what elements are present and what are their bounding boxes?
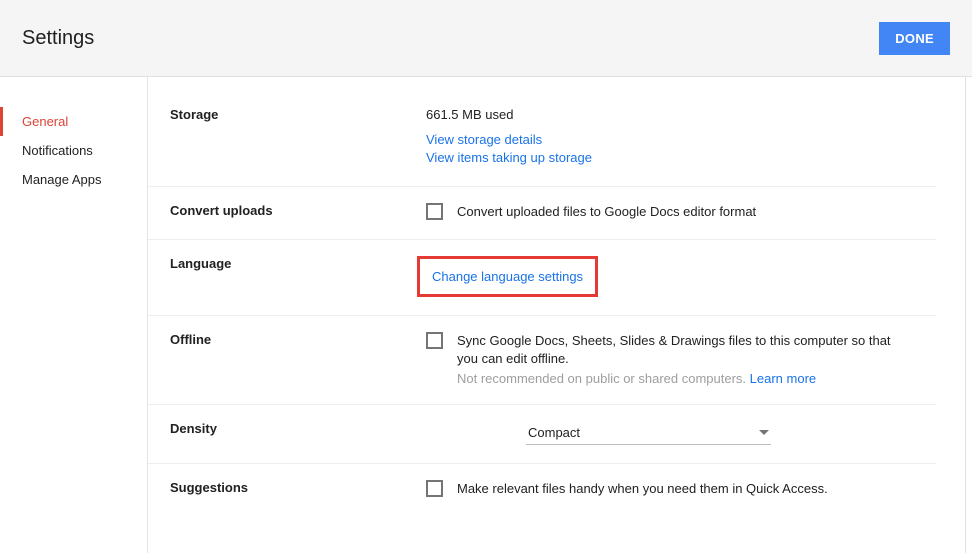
chevron-down-icon xyxy=(759,430,769,435)
sidebar-item-notifications[interactable]: Notifications xyxy=(0,136,147,165)
density-dropdown[interactable]: Compact xyxy=(526,421,771,445)
offline-label: Offline xyxy=(170,332,426,385)
offline-subtext: Not recommended on public or shared comp… xyxy=(457,371,900,386)
change-language-link[interactable]: Change language settings xyxy=(432,269,583,284)
header: Settings DONE xyxy=(0,0,972,77)
convert-uploads-checkbox[interactable] xyxy=(426,203,443,220)
density-label: Density xyxy=(170,421,426,445)
offline-learn-more-link[interactable]: Learn more xyxy=(750,371,816,386)
page-title: Settings xyxy=(22,27,94,50)
convert-uploads-text: Convert uploaded files to Google Docs ed… xyxy=(457,203,756,221)
scrollbar[interactable] xyxy=(965,77,966,553)
sidebar-item-manage-apps[interactable]: Manage Apps xyxy=(0,165,147,194)
storage-used: 661.5 MB used xyxy=(426,107,900,122)
language-label: Language xyxy=(170,256,426,297)
view-items-storage-link[interactable]: View items taking up storage xyxy=(426,150,900,165)
suggestions-checkbox[interactable] xyxy=(426,480,443,497)
sidebar-item-general[interactable]: General xyxy=(0,107,147,136)
storage-label: Storage xyxy=(170,107,426,168)
density-value: Compact xyxy=(528,425,580,440)
sidebar: General Notifications Manage Apps xyxy=(0,77,148,553)
done-button[interactable]: DONE xyxy=(879,22,950,55)
suggestions-text: Make relevant files handy when you need … xyxy=(457,480,828,498)
suggestions-label: Suggestions xyxy=(170,480,426,498)
offline-checkbox[interactable] xyxy=(426,332,443,349)
content: Storage 661.5 MB used View storage detai… xyxy=(148,77,972,553)
convert-uploads-label: Convert uploads xyxy=(170,203,426,221)
language-highlight-box: Change language settings xyxy=(417,256,598,297)
offline-text: Sync Google Docs, Sheets, Slides & Drawi… xyxy=(457,332,900,368)
view-storage-details-link[interactable]: View storage details xyxy=(426,132,900,147)
